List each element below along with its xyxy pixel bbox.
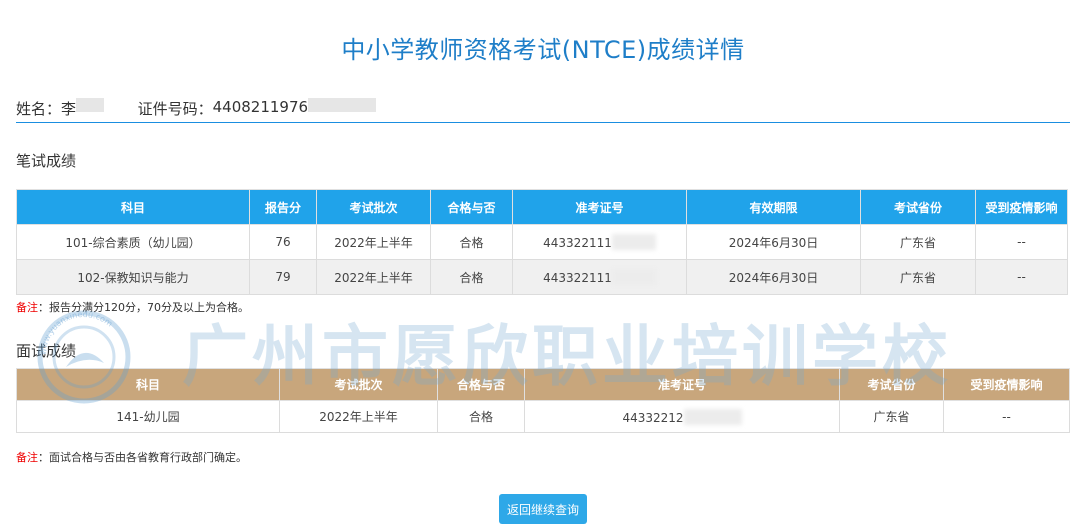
cell-score: 79 — [249, 259, 317, 295]
col-subject: 科目 — [16, 189, 250, 225]
written-scores-table: 科目 报告分 考试批次 合格与否 准考证号 有效期限 考试省份 受到疫情影响 1… — [16, 189, 1068, 295]
cell-valid: 2024年6月30日 — [686, 224, 861, 260]
cell-province: 广东省 — [839, 400, 944, 433]
col-pass: 合格与否 — [430, 189, 513, 225]
col-batch: 考试批次 — [316, 189, 431, 225]
table-row: 101-综合素质（幼儿园） 76 2022年上半年 合格 443322111 2… — [16, 224, 1068, 260]
col-province: 考试省份 — [860, 189, 976, 225]
col-ticket: 准考证号 — [524, 368, 840, 401]
cell-province: 广东省 — [860, 259, 976, 295]
col-covid: 受到疫情影响 — [975, 189, 1068, 225]
written-note: 备注：报告分满分120分，70分及以上为合格。 — [16, 299, 249, 315]
back-to-query-button[interactable]: 返回继续查询 — [499, 494, 587, 524]
cell-pass: 合格 — [437, 400, 525, 433]
cell-score: 76 — [249, 224, 317, 260]
interview-section-title: 面试成绩 — [16, 342, 77, 360]
cell-covid: -- — [975, 224, 1068, 260]
col-covid: 受到疫情影响 — [943, 368, 1070, 401]
cell-batch: 2022年上半年 — [279, 400, 438, 433]
col-ticket: 准考证号 — [512, 189, 687, 225]
redaction-mask — [308, 98, 377, 112]
col-valid: 有效期限 — [686, 189, 861, 225]
note-label: 备注 — [16, 451, 38, 464]
cell-subject: 102-保教知识与能力 — [16, 259, 250, 295]
interview-note: 备注：面试合格与否由各省教育行政部门确定。 — [16, 449, 247, 465]
note-text: ：面试合格与否由各省教育行政部门确定。 — [38, 451, 247, 464]
cell-pass: 合格 — [430, 224, 513, 260]
cell-covid: -- — [943, 400, 1070, 433]
col-pass: 合格与否 — [437, 368, 525, 401]
col-score: 报告分 — [249, 189, 317, 225]
redaction-mask — [611, 269, 656, 285]
col-province: 考试省份 — [839, 368, 944, 401]
ticket-number: 443322111 — [543, 236, 612, 250]
ticket-number: 443322111 — [543, 271, 612, 285]
cell-ticket: 443322111 — [512, 259, 687, 295]
redaction-mask — [76, 98, 105, 112]
note-text: ：报告分满分120分，70分及以上为合格。 — [38, 301, 249, 314]
written-section-title: 笔试成绩 — [16, 152, 77, 170]
cell-valid: 2024年6月30日 — [686, 259, 861, 295]
col-batch: 考试批次 — [279, 368, 438, 401]
redaction-mask — [611, 234, 656, 250]
name-value: 李 — [61, 100, 77, 118]
interview-scores-table: 科目 考试批次 合格与否 准考证号 考试省份 受到疫情影响 141-幼儿园 20… — [16, 368, 1070, 433]
id-label: 证件号码： — [137, 100, 213, 118]
cell-province: 广东省 — [860, 224, 976, 260]
candidate-info: 姓名：李 证件号码：4408211976 — [16, 98, 1070, 123]
id-value: 4408211976 — [212, 98, 309, 116]
ticket-number: 44332212 — [622, 410, 684, 425]
table-header-row: 科目 报告分 考试批次 合格与否 准考证号 有效期限 考试省份 受到疫情影响 — [16, 189, 1068, 225]
cell-batch: 2022年上半年 — [316, 224, 431, 260]
cell-pass: 合格 — [430, 259, 513, 295]
table-row: 102-保教知识与能力 79 2022年上半年 合格 443322111 202… — [16, 259, 1068, 295]
cell-ticket: 443322111 — [512, 224, 687, 260]
cell-ticket: 44332212 — [524, 400, 840, 433]
cell-covid: -- — [975, 259, 1068, 295]
note-label: 备注 — [16, 301, 38, 314]
col-subject: 科目 — [16, 368, 280, 401]
table-row: 141-幼儿园 2022年上半年 合格 44332212 广东省 -- — [16, 400, 1070, 433]
name-label: 姓名： — [16, 100, 62, 118]
redaction-mask — [683, 408, 742, 425]
table-header-row: 科目 考试批次 合格与否 准考证号 考试省份 受到疫情影响 — [16, 368, 1070, 401]
cell-batch: 2022年上半年 — [316, 259, 431, 295]
cell-subject: 141-幼儿园 — [16, 400, 280, 433]
page-title: 中小学教师资格考试(NTCE)成绩详情 — [341, 36, 745, 64]
cell-subject: 101-综合素质（幼儿园） — [16, 224, 250, 260]
